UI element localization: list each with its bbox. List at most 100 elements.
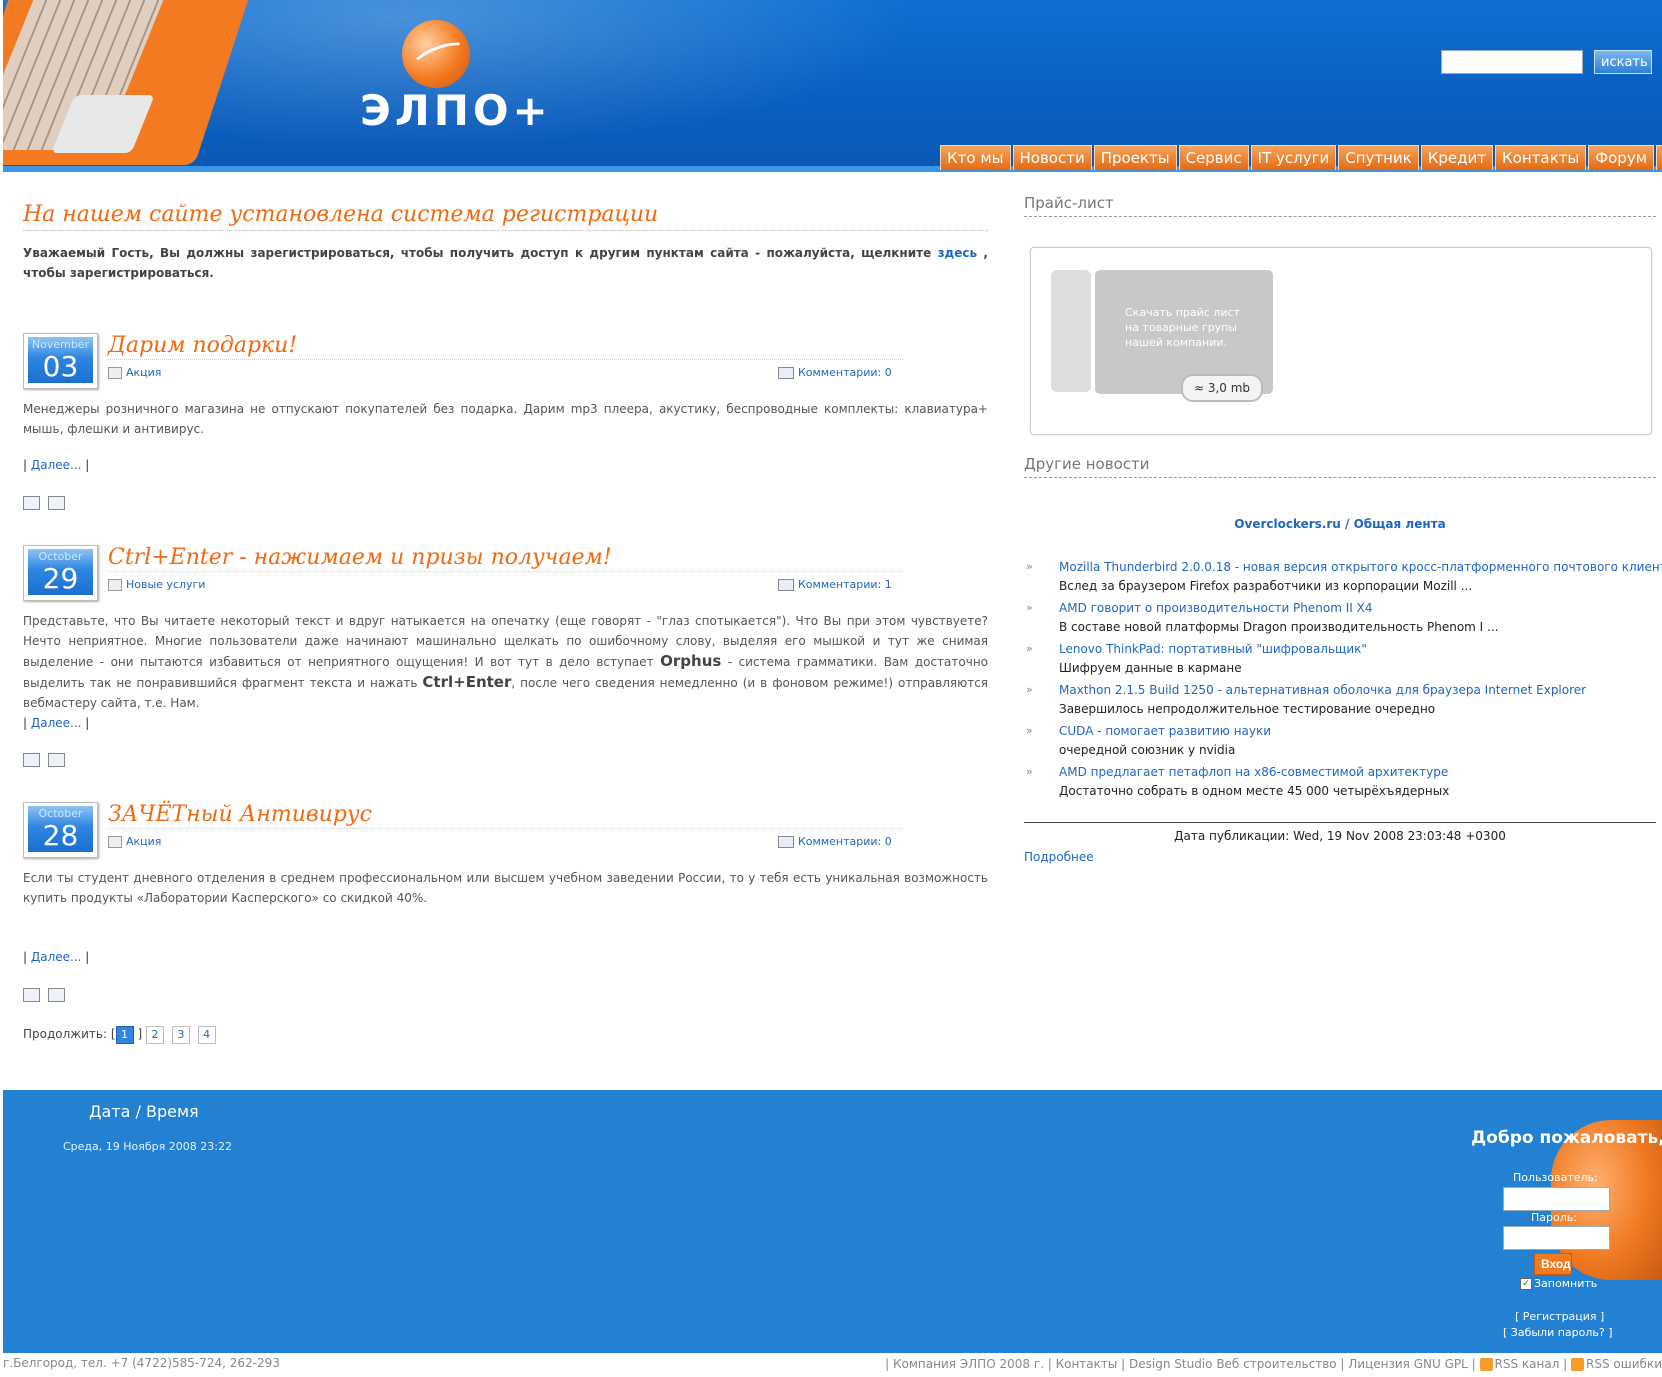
comment-icon — [778, 579, 794, 591]
registration-notice-text: Уважаемый Гость, Вы должны зарегистриров… — [23, 243, 988, 283]
nav-item-about[interactable]: Кто мы — [940, 145, 1011, 170]
feed-details-link[interactable]: Подробнее — [1024, 850, 1094, 864]
page-link[interactable]: 2 — [146, 1026, 165, 1044]
pagination: Продолжить: [1] 2 3 4 — [23, 1026, 220, 1044]
site-footer: Дата / Время Среда, 19 Ноября 2008 23:22… — [3, 1090, 1662, 1353]
nav-item-projects[interactable]: Проекты — [1093, 145, 1177, 170]
orphus-highlight: Orphus — [660, 652, 722, 670]
contact-address: г.Белгород, тел. +7 (4722)585-724, 262-2… — [3, 1356, 280, 1370]
comment-icon — [778, 367, 794, 379]
post-comments-link[interactable]: Комментарии: 0 — [798, 835, 892, 848]
feed-item-link[interactable]: CUDA - помогает развитию науки — [1059, 722, 1656, 740]
other-news-title: Другие новости — [1024, 455, 1656, 478]
post-category: Новые услуги — [108, 578, 205, 591]
password-field[interactable] — [1503, 1226, 1610, 1250]
notice-text-before: Уважаемый Гость, Вы должны зарегистриров… — [23, 246, 938, 260]
feed-item-desc: Шифруем данные в кармане — [1059, 661, 1242, 675]
email-icon[interactable] — [23, 752, 40, 767]
bullet-arrow-icon: » — [1026, 560, 1033, 573]
post-title[interactable]: ЗАЧЁТный Антивирус — [108, 802, 903, 829]
bottom-links-text[interactable]: | Компания ЭЛПО 2008 г. | Контакты | Des… — [885, 1357, 1476, 1371]
post-actions — [23, 987, 73, 1002]
feed-item: » Lenovo ThinkPad: портативный "шифроваль… — [1024, 640, 1656, 681]
price-download-text: Скачать прайс лист на товарные групы наш… — [1125, 306, 1240, 349]
feed-source-link[interactable]: Overclockers.ru / Общая лента — [1024, 517, 1656, 531]
print-icon[interactable] — [48, 495, 65, 510]
feed-publication-date: Дата публикации: Wed, 19 Nov 2008 23:03:… — [1024, 822, 1656, 843]
rss-icon — [1479, 1358, 1493, 1371]
post-category: Акция — [108, 366, 161, 379]
feed-item-link[interactable]: AMD предлагает петафлоп на x86-совместим… — [1059, 763, 1656, 781]
post-title[interactable]: Дарим подарки! — [108, 333, 903, 360]
nav-item-contacts[interactable]: Контакты — [1495, 145, 1587, 170]
rss-errors-link[interactable]: RSS ошибки — [1586, 1357, 1662, 1371]
register-here-link[interactable]: здесь — [938, 246, 978, 260]
login-button[interactable]: Вход — [1534, 1253, 1572, 1275]
feed-item-link[interactable]: AMD говорит о производительности Phenom … — [1059, 599, 1656, 617]
email-icon[interactable] — [23, 987, 40, 1002]
price-file-size[interactable]: ≈ 3,0 mb — [1181, 374, 1263, 402]
post-comments: Комментарии: 0 — [778, 835, 892, 848]
feed-item-desc: Достаточно собрать в одном месте 45 000 … — [1059, 784, 1450, 798]
post-comments-link[interactable]: Комментарии: 1 — [798, 578, 892, 591]
search-input[interactable] — [1441, 50, 1583, 74]
feed-item: » Maxthon 2.1.5 Build 1250 - альтернативн… — [1024, 681, 1656, 722]
rss-channel-link[interactable]: RSS канал — [1495, 1357, 1560, 1371]
site-logo[interactable]: ЭЛПО+ — [360, 86, 552, 135]
ctrl-enter-highlight: Ctrl+Enter — [422, 673, 512, 691]
feed-item-desc: В составе новой платформы Dragon произво… — [1059, 620, 1499, 634]
email-icon[interactable] — [23, 495, 40, 510]
datetime-title: Дата / Время — [89, 1102, 199, 1121]
post-date-badge: October 28 — [23, 802, 98, 858]
nav-item-it-services[interactable]: IT услуги — [1250, 145, 1337, 170]
post-actions — [23, 495, 73, 510]
info-icon — [1051, 270, 1091, 392]
bullet-arrow-icon: » — [1026, 601, 1033, 614]
username-field[interactable] — [1503, 1187, 1610, 1211]
feed-item-desc: Завершилось непродолжительное тестирован… — [1059, 702, 1436, 716]
read-more-link[interactable]: Далее... — [31, 458, 82, 472]
post-title[interactable]: Ctrl+Enter - нажимаем и призы получаем! — [108, 545, 903, 572]
feed-item: » CUDA - помогает развитию науки очередной… — [1024, 722, 1656, 763]
bottom-bar: г.Белгород, тел. +7 (4722)585-724, 262-2… — [0, 1353, 1662, 1377]
feed-item-link[interactable]: Maxthon 2.1.5 Build 1250 - альтернативна… — [1059, 681, 1656, 699]
forgot-password-link[interactable]: [ Забыли пароль? ] — [1503, 1326, 1613, 1339]
price-download-card[interactable]: Скачать прайс лист на товарные групы наш… — [1095, 270, 1273, 402]
bullet-arrow-icon: » — [1026, 683, 1033, 696]
register-link[interactable]: [ Регистрация ] — [1515, 1310, 1604, 1323]
post-category-link[interactable]: Акция — [126, 366, 161, 379]
post-comments-link[interactable]: Комментарии: 0 — [798, 366, 892, 379]
page-link[interactable]: 4 — [197, 1026, 216, 1044]
post-date-day: 03 — [42, 350, 79, 383]
feed-item-link[interactable]: Lenovo ThinkPad: портативный "шифровальщ… — [1059, 640, 1656, 658]
post-body: Если ты студент дневного отделения в сре… — [23, 871, 988, 905]
price-list-title: Прайс-лист — [1024, 194, 1656, 217]
post-date-day: 28 — [42, 819, 79, 852]
print-icon[interactable] — [48, 987, 65, 1002]
read-more-link[interactable]: Далее... — [31, 950, 82, 964]
nav-item-forum[interactable]: Форум — [1588, 145, 1655, 170]
print-icon[interactable] — [48, 752, 65, 767]
feed-item-link[interactable]: Mozilla Thunderbird 2.0.0.18 - новая вер… — [1059, 558, 1662, 576]
page-link[interactable]: 1 — [115, 1026, 134, 1044]
nav-item-service[interactable]: Сервис — [1178, 145, 1249, 170]
nav-item-satellite[interactable]: Спутник — [1338, 145, 1419, 170]
post-category-link[interactable]: Акция — [126, 835, 161, 848]
rss-icon — [1571, 1358, 1585, 1371]
bullet-arrow-icon: » — [1026, 765, 1033, 778]
nav-item-news[interactable]: Новости — [1012, 145, 1092, 170]
logo-globe-icon[interactable] — [402, 20, 470, 88]
remember-checkbox[interactable]: ✓ — [1520, 1278, 1532, 1290]
feed-item-desc: Вслед за браузером Firefox разработчики … — [1059, 579, 1473, 593]
datetime-value: Среда, 19 Ноября 2008 23:22 — [63, 1140, 232, 1153]
read-more-link[interactable]: Далее... — [31, 716, 82, 730]
nav-item-rss[interactable]: rss — [1656, 145, 1662, 170]
nav-item-credit[interactable]: Кредит — [1420, 145, 1493, 170]
bullet-arrow-icon: » — [1026, 642, 1033, 655]
feed-item: » AMD предлагает петафлоп на x86-совмести… — [1024, 763, 1656, 804]
post-category-link[interactable]: Новые услуги — [126, 578, 205, 591]
search-button[interactable]: искать — [1594, 50, 1652, 74]
page-link[interactable]: 3 — [171, 1026, 190, 1044]
comment-icon — [778, 836, 794, 848]
bottom-links: | Компания ЭЛПО 2008 г. | Контакты | Des… — [885, 1357, 1662, 1371]
